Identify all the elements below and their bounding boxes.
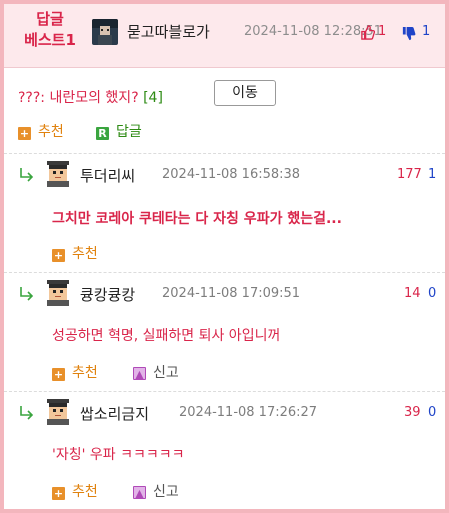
thumbs-down-icon[interactable] xyxy=(401,26,416,41)
thumbs-up-icon[interactable] xyxy=(360,25,375,40)
reply-arrow-icon xyxy=(20,287,34,301)
reply-arrow-icon xyxy=(20,168,34,182)
comment-count: [4] xyxy=(143,90,163,106)
best-label-line1: 답글 xyxy=(36,10,64,28)
post-title-link[interactable]: ???: 내란모의 했지? [4] xyxy=(18,87,163,107)
best-down-count: 1 xyxy=(422,24,431,39)
reply-up-count: 177 xyxy=(397,167,422,182)
reply-down-count: 0 xyxy=(428,405,437,420)
reply-up-count: 39 xyxy=(404,405,421,420)
recommend-label: 추천 xyxy=(72,246,98,262)
reply-body: '자칭' 우파 ㅋㅋㅋㅋㅋ xyxy=(52,447,185,463)
post-reply-button[interactable]: R 답글 xyxy=(96,121,142,141)
divider xyxy=(4,272,445,273)
reply-arrow-icon xyxy=(20,406,34,420)
divider xyxy=(4,153,445,154)
reply-recommend-button[interactable]: + 추천 xyxy=(52,243,98,263)
report-label: 신고 xyxy=(153,484,179,500)
report-label: 신고 xyxy=(153,365,179,381)
avatar[interactable] xyxy=(44,397,72,425)
best-reply-label: 답글 베스트1 xyxy=(14,9,86,51)
plus-icon: + xyxy=(18,127,31,140)
report-icon: ▲ xyxy=(133,486,146,500)
plus-icon: + xyxy=(52,368,65,381)
plus-icon: + xyxy=(52,249,65,262)
post-recommend-button[interactable]: + 추천 xyxy=(18,121,64,141)
reply-author[interactable]: 쌉소리금지 xyxy=(80,403,149,424)
best-label-line2: 베스트1 xyxy=(24,31,76,49)
best-author[interactable]: 묻고따블로가 xyxy=(127,21,210,42)
reply-author[interactable]: 큥캉큥캉 xyxy=(80,284,135,305)
move-button[interactable]: 이동 xyxy=(214,80,276,106)
reply-date: 2024-11-08 17:09:51 xyxy=(162,286,301,301)
avatar[interactable] xyxy=(44,278,72,306)
reply-author[interactable]: 투더리씨 xyxy=(80,165,135,186)
avatar[interactable] xyxy=(44,159,72,187)
reply-down-count: 1 xyxy=(428,167,437,182)
report-button[interactable]: ▲ 신고 xyxy=(133,362,179,382)
reply-recommend-button[interactable]: + 추천 xyxy=(52,481,98,501)
report-button[interactable]: ▲ 신고 xyxy=(133,481,179,501)
report-icon: ▲ xyxy=(133,367,146,381)
recommend-label: 추천 xyxy=(72,365,98,381)
reply-body: 성공하면 혁명, 실패하면 퇴사 아입니꺼 xyxy=(52,328,281,344)
best-up-count: 1 xyxy=(378,24,387,39)
recommend-label: 추천 xyxy=(38,124,64,140)
reply-label: 답글 xyxy=(116,124,142,140)
avatar[interactable] xyxy=(92,19,118,45)
reply-recommend-button[interactable]: + 추천 xyxy=(52,362,98,382)
reply-body: 그치만 코레아 쿠테타는 다 자칭 우파가 했는걸... xyxy=(52,211,342,227)
recommend-label: 추천 xyxy=(72,484,98,500)
reply-date: 2024-11-08 16:58:38 xyxy=(162,167,301,182)
plus-icon: + xyxy=(52,487,65,500)
reply-up-count: 14 xyxy=(404,286,421,301)
reply-down-count: 0 xyxy=(428,286,437,301)
reply-date: 2024-11-08 17:26:27 xyxy=(179,405,318,420)
divider xyxy=(4,391,445,392)
post-title: ???: 내란모의 했지? xyxy=(18,90,139,106)
reply-r-icon: R xyxy=(96,127,109,140)
